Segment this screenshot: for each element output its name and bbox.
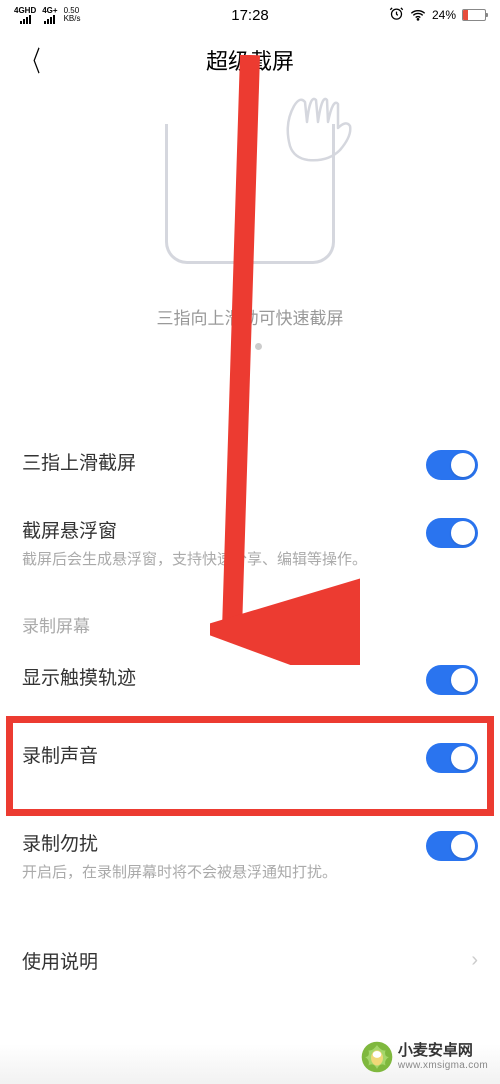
wifi-icon bbox=[410, 7, 426, 24]
three-finger-screenshot-row[interactable]: 三指上滑截屏 bbox=[0, 430, 500, 498]
instructions-row[interactable]: 使用说明 › bbox=[0, 929, 500, 992]
setting-title: 截屏悬浮窗 bbox=[22, 516, 426, 543]
watermark-title: 小麦安卓网 bbox=[398, 1043, 488, 1060]
three-finger-toggle[interactable] bbox=[426, 450, 478, 480]
setting-title: 显示触摸轨迹 bbox=[22, 663, 426, 690]
setting-title: 使用说明 bbox=[22, 947, 471, 974]
watermark-logo-icon bbox=[360, 1040, 394, 1074]
setting-desc: 开启后，在录制屏幕时将不会被悬浮通知打扰。 bbox=[22, 862, 426, 883]
status-time: 17:28 bbox=[231, 7, 269, 24]
record-audio-toggle[interactable] bbox=[426, 743, 478, 773]
float-window-toggle[interactable] bbox=[426, 518, 478, 548]
show-touch-toggle[interactable] bbox=[426, 665, 478, 695]
battery-icon bbox=[462, 9, 486, 21]
phone-illustration bbox=[165, 124, 335, 264]
watermark: 小麦安卓网 www.xmsigma.com bbox=[360, 1040, 488, 1074]
record-audio-row[interactable]: 录制声音 bbox=[0, 713, 500, 801]
network-indicator-2: 4G+ bbox=[42, 7, 57, 24]
dnd-toggle[interactable] bbox=[426, 831, 478, 861]
chevron-right-icon: › bbox=[471, 949, 478, 972]
page-indicator bbox=[238, 343, 262, 350]
gesture-hint: 三指向上滑动可快速截屏 bbox=[157, 304, 344, 329]
data-speed: 0.50 KB/s bbox=[64, 7, 81, 23]
setting-title: 三指上滑截屏 bbox=[22, 448, 426, 475]
record-dnd-row[interactable]: 录制勿扰 开启后，在录制屏幕时将不会被悬浮通知打扰。 bbox=[0, 801, 500, 901]
alarm-icon bbox=[389, 6, 404, 24]
setting-desc: 截屏后会生成悬浮窗，支持快速分享、编辑等操作。 bbox=[22, 549, 426, 570]
settings-list: 三指上滑截屏 截屏悬浮窗 截屏后会生成悬浮窗，支持快速分享、编辑等操作。 录制屏… bbox=[0, 430, 500, 992]
network-indicator-1: 4GHD bbox=[14, 7, 36, 24]
setting-title: 录制声音 bbox=[22, 741, 426, 768]
show-touch-row[interactable]: 显示触摸轨迹 bbox=[0, 645, 500, 713]
setting-title: 录制勿扰 bbox=[22, 829, 426, 856]
page-title: 超级截屏 bbox=[0, 44, 500, 76]
status-bar: 4GHD 4G+ 0.50 KB/s 17:28 24% bbox=[0, 0, 500, 30]
battery-percent: 24% bbox=[432, 8, 456, 22]
hand-icon bbox=[272, 84, 362, 164]
watermark-url: www.xmsigma.com bbox=[398, 1060, 488, 1071]
nav-bar: 〈 超级截屏 bbox=[0, 30, 500, 90]
record-section-label: 录制屏幕 bbox=[0, 588, 500, 645]
gesture-preview[interactable]: 三指向上滑动可快速截屏 bbox=[0, 90, 500, 370]
back-button[interactable]: 〈 bbox=[24, 40, 41, 80]
screenshot-float-window-row[interactable]: 截屏悬浮窗 截屏后会生成悬浮窗，支持快速分享、编辑等操作。 bbox=[0, 498, 500, 588]
